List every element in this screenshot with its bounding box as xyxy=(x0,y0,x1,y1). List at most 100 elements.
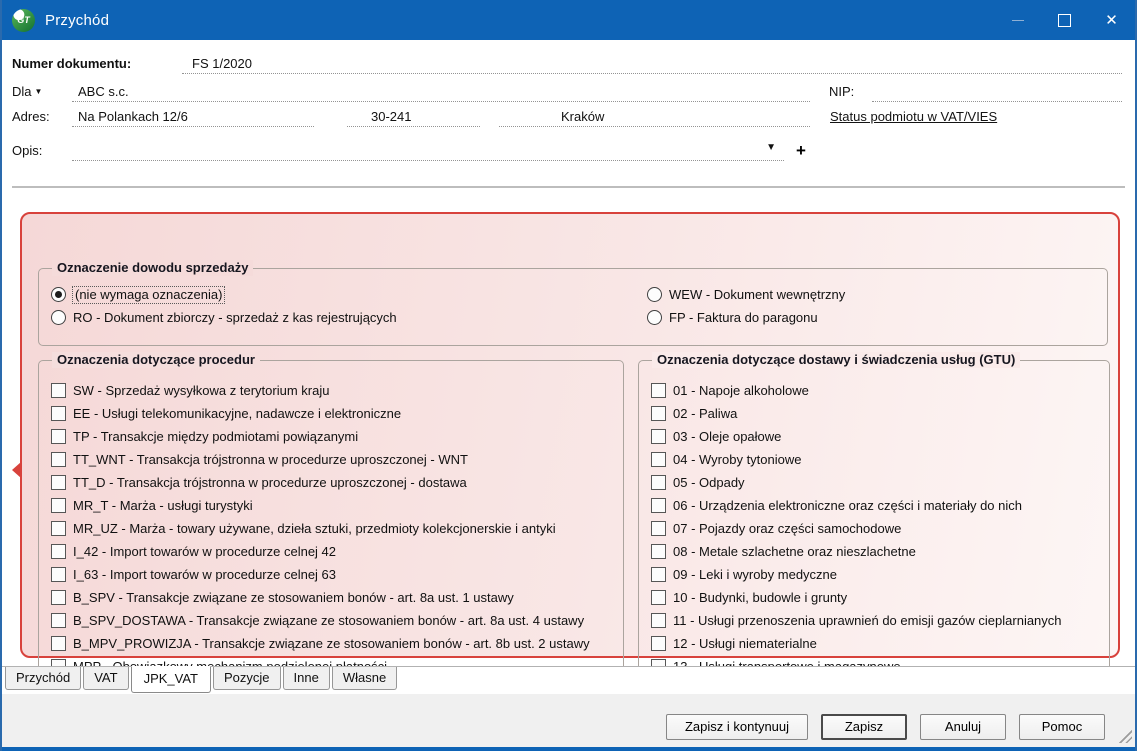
checkbox-sw[interactable] xyxy=(51,382,66,398)
checkbox-tt-d[interactable] xyxy=(51,474,66,490)
checkbox-row-i-42[interactable]: I_42 - Import towarów w procedurze celne… xyxy=(51,543,623,559)
checkbox-b-spv[interactable] xyxy=(51,589,66,605)
checkbox-row-gtu-05[interactable]: 05 - Odpady xyxy=(651,474,1109,490)
tab-vat[interactable]: VAT xyxy=(83,667,129,690)
radio-row-ro[interactable]: RO - Dokument zbiorczy - sprzedaż z kas … xyxy=(51,309,397,326)
close-icon: ✕ xyxy=(1105,11,1118,29)
checkbox-gtu-08[interactable] xyxy=(651,543,666,559)
cancel-button[interactable]: Anuluj xyxy=(920,714,1006,740)
gtu-list: 01 - Napoje alkoholowe 02 - Paliwa 03 - … xyxy=(639,361,1109,674)
resize-grip[interactable] xyxy=(1117,728,1132,743)
vat-vies-status-link[interactable]: Status podmiotu w VAT/VIES xyxy=(830,107,997,127)
checkbox-row-gtu-02[interactable]: 02 - Paliwa xyxy=(651,405,1109,421)
city-field[interactable]: Kraków xyxy=(499,107,810,127)
maximize-button[interactable] xyxy=(1041,0,1088,40)
checkbox-gtu-12[interactable] xyxy=(651,635,666,651)
checkbox-row-gtu-09[interactable]: 09 - Leki i wyroby medyczne xyxy=(651,566,1109,582)
checkbox-tt-wnt[interactable] xyxy=(51,451,66,467)
minimize-icon xyxy=(1011,19,1024,21)
window-bottom-border xyxy=(2,747,1135,751)
radio-row-nie-wymaga[interactable]: (nie wymaga oznaczenia) xyxy=(51,285,226,304)
checkbox-tp[interactable] xyxy=(51,428,66,444)
tab-przychod[interactable]: Przychód xyxy=(5,667,82,690)
radio-fp[interactable] xyxy=(647,310,662,325)
checkbox-row-gtu-12[interactable]: 12 - Usługi niematerialne xyxy=(651,635,1109,651)
checkbox-row-b-spv-dostawa[interactable]: B_SPV_DOSTAWA - Transakcje związane ze s… xyxy=(51,612,623,628)
window-controls: ✕ xyxy=(994,0,1135,40)
add-description-button[interactable]: + xyxy=(796,141,806,161)
checkbox-row-mr-uz[interactable]: MR_UZ - Marża - towary używane, dzieła s… xyxy=(51,520,623,536)
procedures-list: SW - Sprzedaż wysyłkowa z terytorium kra… xyxy=(39,361,623,674)
client-name-field[interactable]: ABC s.c. xyxy=(72,82,810,102)
checkbox-row-gtu-11[interactable]: 11 - Usługi przenoszenia uprawnień do em… xyxy=(651,612,1109,628)
app-logo-icon: GT xyxy=(12,8,35,32)
checkbox-row-gtu-10[interactable]: 10 - Budynki, budowle i grunty xyxy=(651,589,1109,605)
gtu-group: Oznaczenia dotyczące dostawy i świadczen… xyxy=(638,352,1110,694)
window-title: Przychód xyxy=(45,11,110,29)
checkbox-row-sw[interactable]: SW - Sprzedaż wysyłkowa z terytorium kra… xyxy=(51,382,623,398)
checkbox-b-spv-dostawa[interactable] xyxy=(51,612,66,628)
footer-button-row: Zapisz i kontynuuj Zapisz Anuluj Pomoc xyxy=(666,714,1105,740)
checkbox-row-gtu-07[interactable]: 07 - Pojazdy oraz części samochodowe xyxy=(651,520,1109,536)
radio-ro[interactable] xyxy=(51,310,66,325)
radio-row-wew[interactable]: WEW - Dokument wewnętrzny xyxy=(647,286,845,303)
sales-doc-marking-group: Oznaczenie dowodu sprzedaży (nie wymaga … xyxy=(38,260,1108,346)
checkbox-row-mr-t[interactable]: MR_T - Marża - usługi turystyki xyxy=(51,497,623,513)
checkbox-gtu-02[interactable] xyxy=(651,405,666,421)
maximize-icon xyxy=(1058,13,1071,27)
description-field[interactable]: ▼ xyxy=(72,141,784,161)
close-button[interactable]: ✕ xyxy=(1088,0,1135,40)
checkbox-row-gtu-06[interactable]: 06 - Urządzenia elektroniczne oraz częśc… xyxy=(651,497,1109,513)
checkbox-row-b-spv[interactable]: B_SPV - Transakcje związane ze stosowani… xyxy=(51,589,623,605)
client-row: Dla ▼ ABC s.c. NIP: xyxy=(12,81,1122,102)
tab-pozycje[interactable]: Pozycje xyxy=(213,667,281,690)
checkbox-gtu-05[interactable] xyxy=(651,474,666,490)
checkbox-row-gtu-04[interactable]: 04 - Wyroby tytoniowe xyxy=(651,451,1109,467)
checkbox-ee[interactable] xyxy=(51,405,66,421)
checkbox-row-gtu-08[interactable]: 08 - Metale szlachetne oraz nieszlachetn… xyxy=(651,543,1109,559)
checkbox-row-tt-wnt[interactable]: TT_WNT - Transakcja trójstronna w proced… xyxy=(51,451,623,467)
description-row: Opis: ▼ + xyxy=(12,140,1122,161)
checkbox-mr-uz[interactable] xyxy=(51,520,66,536)
tab-jpk-vat[interactable]: JPK_VAT xyxy=(130,666,211,693)
radio-row-fp[interactable]: FP - Faktura do paragonu xyxy=(647,309,818,326)
dla-dropdown[interactable]: Dla ▼ xyxy=(12,82,72,102)
postal-code-field[interactable]: 30-241 xyxy=(347,107,480,127)
checkbox-row-tt-d[interactable]: TT_D - Transakcja trójstronna w procedur… xyxy=(51,474,623,490)
procedures-group: Oznaczenia dotyczące procedur SW - Sprze… xyxy=(38,352,624,694)
checkbox-row-ee[interactable]: EE - Usługi telekomunikacyjne, nadawcze … xyxy=(51,405,623,421)
checkbox-gtu-04[interactable] xyxy=(651,451,666,467)
street-field[interactable]: Na Polankach 12/6 xyxy=(72,107,314,127)
checkbox-i-63[interactable] xyxy=(51,566,66,582)
checkbox-row-gtu-01[interactable]: 01 - Napoje alkoholowe xyxy=(651,382,1109,398)
checkbox-i-42[interactable] xyxy=(51,543,66,559)
nip-field[interactable] xyxy=(872,82,1122,102)
przychod-window: GT Przychód ✕ Numer dokumentu: FS 1/2020… xyxy=(0,0,1137,751)
tab-wlasne[interactable]: Własne xyxy=(331,667,398,690)
checkbox-gtu-09[interactable] xyxy=(651,566,666,582)
checkbox-gtu-11[interactable] xyxy=(651,612,666,628)
address-row: Adres: Na Polankach 12/6 30-241 Kraków S… xyxy=(12,106,1122,127)
help-button[interactable]: Pomoc xyxy=(1019,714,1105,740)
save-and-continue-button[interactable]: Zapisz i kontynuuj xyxy=(666,714,808,740)
highlight-callout-icon xyxy=(12,462,21,478)
checkbox-gtu-01[interactable] xyxy=(651,382,666,398)
checkbox-row-i-63[interactable]: I_63 - Import towarów w procedurze celne… xyxy=(51,566,623,582)
radio-wew[interactable] xyxy=(647,287,662,302)
tab-inne[interactable]: Inne xyxy=(282,667,330,690)
save-button[interactable]: Zapisz xyxy=(821,714,907,740)
description-label: Opis: xyxy=(12,143,43,158)
checkbox-row-tp[interactable]: TP - Transakcje między podmiotami powiąz… xyxy=(51,428,623,444)
checkbox-gtu-07[interactable] xyxy=(651,520,666,536)
document-number-field[interactable]: FS 1/2020 xyxy=(182,54,1122,74)
checkbox-mr-t[interactable] xyxy=(51,497,66,513)
minimize-button[interactable] xyxy=(994,0,1041,40)
checkbox-row-b-mpv-prowizja[interactable]: B_MPV_PROWIZJA - Transakcje związane ze … xyxy=(51,635,623,651)
checkbox-gtu-06[interactable] xyxy=(651,497,666,513)
radio-nie-wymaga[interactable] xyxy=(51,287,66,302)
checkbox-row-gtu-03[interactable]: 03 - Oleje opałowe xyxy=(651,428,1109,444)
description-dropdown-icon[interactable]: ▼ xyxy=(766,141,776,157)
checkbox-gtu-03[interactable] xyxy=(651,428,666,444)
checkbox-gtu-10[interactable] xyxy=(651,589,666,605)
checkbox-b-mpv-prowizja[interactable] xyxy=(51,635,66,651)
